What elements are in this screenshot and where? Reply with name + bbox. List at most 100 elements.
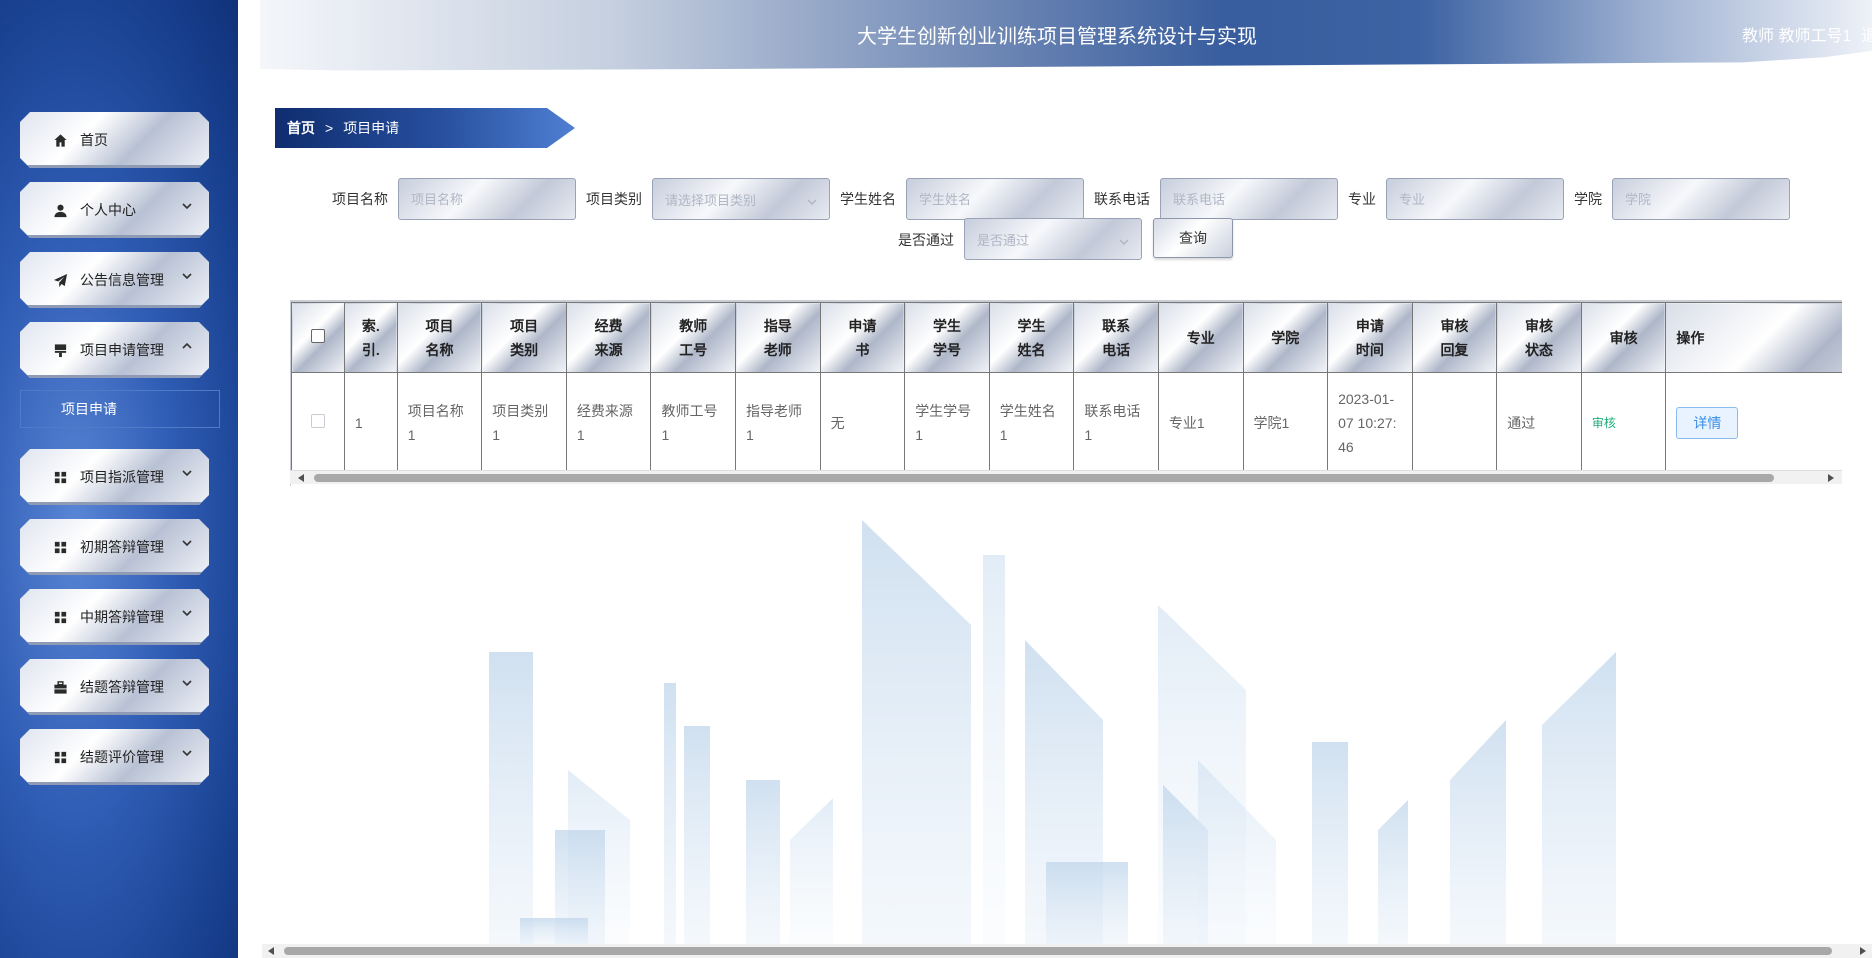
sidebar-divider [238, 0, 252, 958]
sidebar-item-label: 结题评价管理 [80, 749, 164, 765]
scrollbar-thumb[interactable] [314, 474, 1774, 482]
column-header: 申请 时间 [1327, 302, 1413, 373]
row-select-cell [291, 372, 345, 473]
column-header: 操作 [1665, 302, 1842, 373]
student-name-input[interactable] [906, 178, 1084, 220]
chevron-down-icon [1119, 235, 1129, 246]
app-title: 大学生创新创业训练项目管理系统设计与实现 [857, 26, 1257, 48]
sidebar-item-notice-management[interactable]: 公告信息管理 [20, 252, 209, 308]
sidebar-subitem-project-application[interactable]: 项目申请 [20, 390, 220, 428]
scrollbar-thumb[interactable] [284, 947, 1832, 955]
stamp-icon [52, 342, 68, 358]
college-label: 学院 [1574, 191, 1602, 207]
column-header: 项目 名称 [396, 302, 483, 373]
sidebar-item-home[interactable]: 首页 [20, 112, 209, 168]
grid-icon [52, 539, 68, 555]
cell-advisor: 指导老师1 [735, 372, 821, 473]
project-name-input[interactable] [398, 178, 576, 220]
top-header: 大学生创新创业训练项目管理系统设计与实现 教师 教师工号1 退出登录 [260, 0, 1872, 71]
user-name: 教师 教师工号1 [1742, 28, 1852, 45]
send-icon [52, 272, 68, 288]
sidebar-item-label: 初期答辩管理 [80, 539, 164, 555]
student-name-label: 学生姓名 [840, 191, 896, 207]
chevron-up-icon [181, 339, 193, 351]
scroll-left-icon[interactable] [268, 947, 274, 955]
column-header: 学生 姓名 [988, 302, 1075, 373]
passed-placeholder: 是否通过 [977, 232, 1030, 248]
table-row: 1 项目名称1 项目类别1 经费来源1 教师工号1 指导老师1 无 学生学号1 … [291, 372, 1842, 473]
home-icon [52, 132, 68, 148]
chevron-down-icon [181, 676, 193, 688]
row-checkbox[interactable] [310, 413, 325, 428]
column-header: 项目 类别 [481, 302, 567, 373]
cell-teacher-id: 教师工号1 [650, 372, 737, 473]
major-label: 专业 [1348, 191, 1376, 207]
cell-audit-reply [1411, 372, 1498, 473]
sidebar-item-final-evaluation-management[interactable]: 结题评价管理 [20, 729, 209, 785]
cell-student-id: 学生学号1 [904, 372, 990, 473]
cell-funding: 经费来源1 [565, 372, 652, 473]
sidebar-item-project-assignment-management[interactable]: 项目指派管理 [20, 449, 209, 505]
phone-label: 联系电话 [1094, 191, 1150, 207]
page-horizontal-scrollbar[interactable] [262, 944, 1872, 958]
sidebar-subitem-label: 项目申请 [61, 401, 117, 417]
column-header: 经费 来源 [565, 302, 652, 373]
select-all-checkbox[interactable] [310, 328, 325, 343]
sidebar-item-project-application-management[interactable]: 项目申请管理 [20, 322, 209, 378]
cell-college: 学院1 [1242, 372, 1329, 473]
major-input[interactable] [1386, 178, 1564, 220]
sidebar-item-personal-center[interactable]: 个人中心 [20, 182, 209, 238]
column-header: 学生 学号 [904, 302, 990, 373]
sidebar-item-midterm-defense-management[interactable]: 中期答辩管理 [20, 589, 209, 645]
logout-link[interactable]: 退出登录 [1861, 28, 1872, 45]
sidebar-item-label: 公告信息管理 [80, 272, 164, 288]
cell-audit-status: 通过 [1496, 372, 1582, 473]
sidebar-item-final-defense-management[interactable]: 结题答辩管理 [20, 659, 209, 715]
cell-index: 1 [343, 372, 398, 473]
breadcrumb: 首页 > 项目申请 [275, 108, 575, 148]
chevron-down-icon [181, 199, 193, 211]
project-type-select[interactable]: 请选择项目类别 [652, 178, 830, 220]
passed-label: 是否通过 [898, 232, 954, 248]
column-header: 联系 电话 [1073, 302, 1159, 373]
project-name-label: 项目名称 [332, 191, 388, 207]
sidebar-item-initial-defense-management[interactable]: 初期答辩管理 [20, 519, 209, 575]
chevron-down-icon [181, 606, 193, 618]
grid-icon [52, 609, 68, 625]
column-header: 索. 引. [343, 302, 398, 373]
column-header: 审核 状态 [1496, 302, 1582, 373]
breadcrumb-current: 项目申请 [343, 120, 400, 136]
project-table: 索. 引. 项目 名称 项目 类别 经费 来源 教师 工号 指导 老师 申请 书… [290, 300, 1842, 486]
scroll-left-icon[interactable] [298, 474, 304, 482]
sidebar-item-label: 个人中心 [80, 202, 136, 218]
detail-button[interactable]: 详情 [1676, 406, 1739, 439]
sidebar-item-label: 中期答辩管理 [80, 609, 164, 625]
briefcase-icon [52, 679, 68, 695]
chevron-down-icon [181, 269, 193, 281]
cell-apply-time: 2023-01-07 10:27:46 [1327, 372, 1413, 473]
user-info: 教师 教师工号1 退出登录 [1742, 22, 1872, 46]
passed-select[interactable]: 是否通过 [964, 218, 1142, 260]
cell-application: 无 [819, 372, 906, 473]
scroll-right-icon[interactable] [1860, 947, 1866, 955]
column-header: 学院 [1242, 302, 1329, 373]
grid-icon [52, 469, 68, 485]
cell-major: 专业1 [1157, 372, 1244, 473]
select-all-header [291, 302, 345, 373]
scroll-right-icon[interactable] [1828, 474, 1834, 482]
audit-link[interactable]: 审核 [1592, 416, 1616, 430]
column-header: 专业 [1157, 302, 1244, 373]
cell-audit: 审核 [1580, 372, 1667, 473]
project-type-label: 项目类别 [586, 191, 642, 207]
cell-project-name: 项目名称1 [396, 372, 483, 473]
table-horizontal-scrollbar[interactable] [290, 470, 1842, 484]
breadcrumb-separator: > [325, 120, 334, 136]
chevron-down-icon [181, 466, 193, 478]
user-icon [52, 202, 68, 218]
cell-actions: 详情 [1665, 372, 1842, 473]
phone-input[interactable] [1160, 178, 1338, 220]
breadcrumb-home[interactable]: 首页 [287, 118, 315, 138]
query-button[interactable]: 查询 [1153, 218, 1233, 258]
college-input[interactable] [1612, 178, 1790, 220]
city-skyline-illustration [489, 520, 1616, 945]
